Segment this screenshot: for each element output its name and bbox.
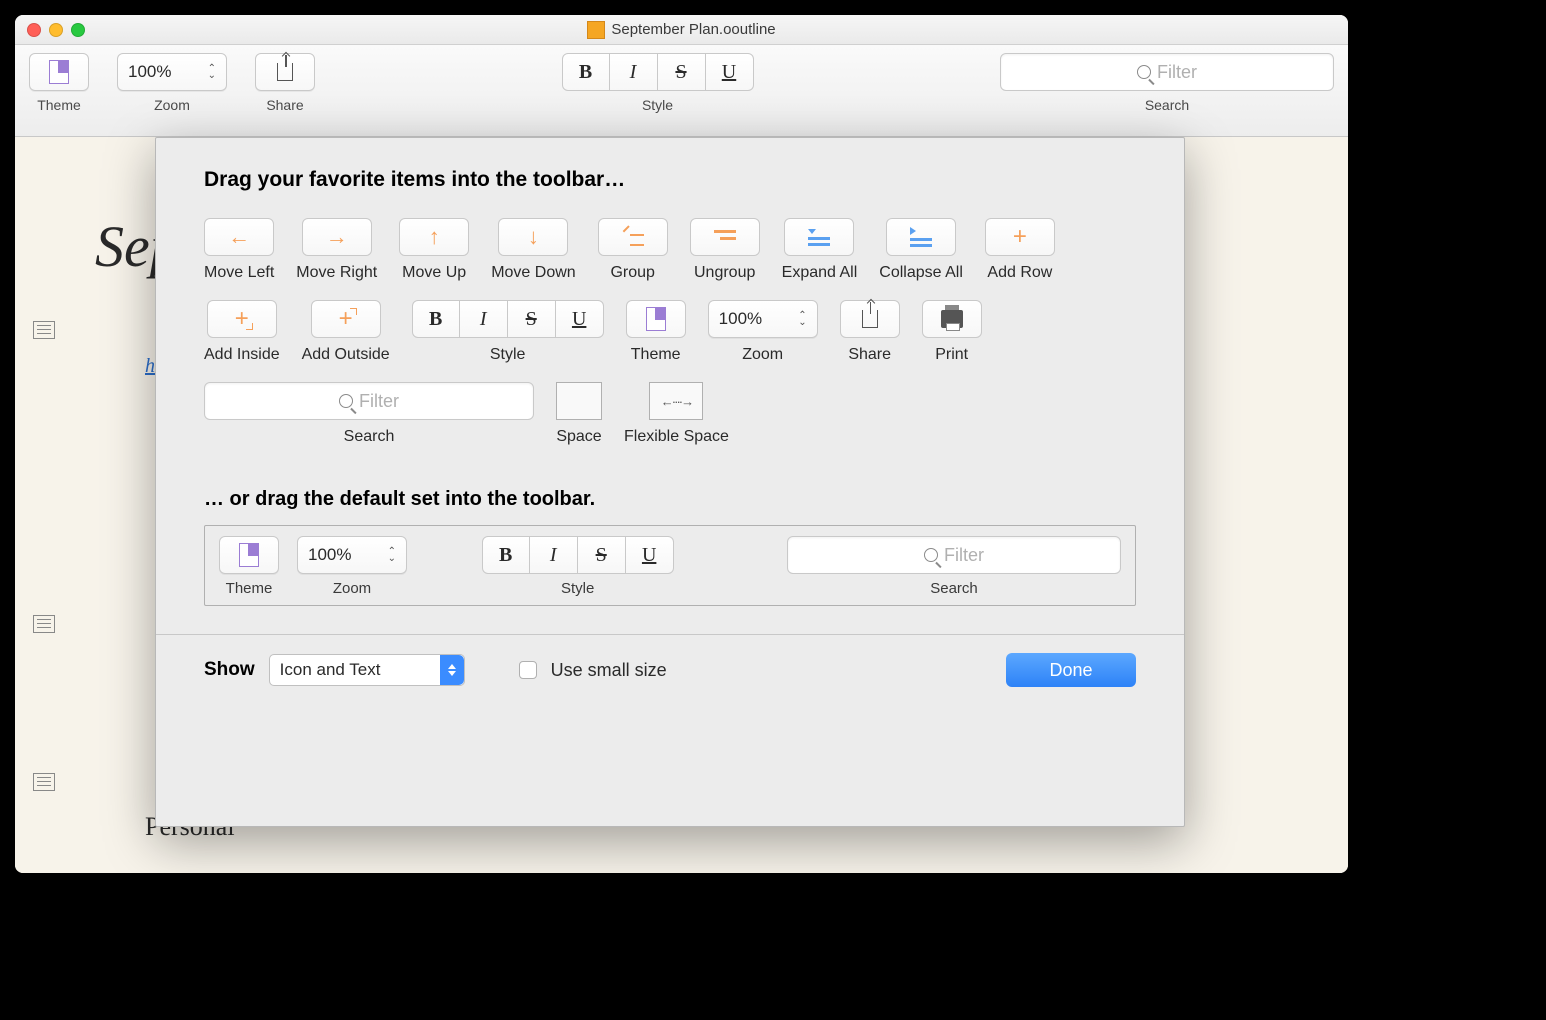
add-outside-icon: + xyxy=(334,307,358,331)
group-icon xyxy=(622,228,644,246)
document-icon xyxy=(587,21,605,39)
underline-icon: U xyxy=(626,536,674,574)
space-item[interactable]: Space xyxy=(556,382,602,446)
search-icon xyxy=(924,548,938,562)
theme-label: Theme xyxy=(37,97,81,113)
share-icon xyxy=(277,63,293,81)
stepper-icon: ⌃⌄ xyxy=(208,65,216,79)
search-label: Search xyxy=(1145,97,1189,113)
search-field[interactable]: Filter xyxy=(1000,53,1334,91)
small-size-label: Use small size xyxy=(551,660,667,681)
expand-all-item[interactable]: Expand All xyxy=(782,218,858,282)
move-right-item[interactable]: →Move Right xyxy=(296,218,377,282)
theme-button[interactable] xyxy=(29,53,89,91)
bold-icon: B xyxy=(482,536,530,574)
strike-icon: S xyxy=(508,300,556,338)
print-icon xyxy=(941,310,963,328)
collapse-all-item[interactable]: Collapse All xyxy=(879,218,963,282)
flexible-space-item[interactable]: ←····→Flexible Space xyxy=(624,382,729,446)
note-icon[interactable] xyxy=(33,773,55,791)
titlebar: September Plan.ooutline xyxy=(15,15,1348,45)
chevron-updown-icon xyxy=(440,655,464,685)
search-icon xyxy=(1137,65,1151,79)
arrow-down-icon: ↓ xyxy=(528,224,539,250)
expand-all-icon xyxy=(808,229,830,246)
arrow-up-icon: ↑ xyxy=(429,224,440,250)
minimize-window-button[interactable] xyxy=(49,23,63,37)
plus-icon: + xyxy=(1013,223,1027,251)
ungroup-item[interactable]: Ungroup xyxy=(690,218,760,282)
toolbar-items-palette: ←Move Left →Move Right ↑Move Up ↓Move Do… xyxy=(204,218,1136,446)
theme-icon xyxy=(239,543,259,567)
arrow-left-icon: ← xyxy=(228,224,250,250)
zoom-label: Zoom xyxy=(154,97,190,113)
stepper-icon: ⌃⌄ xyxy=(798,312,806,326)
add-row-item[interactable]: +Add Row xyxy=(985,218,1055,282)
italic-icon: I xyxy=(530,536,578,574)
bold-button[interactable]: B xyxy=(562,53,610,91)
add-outside-item[interactable]: +Add Outside xyxy=(302,300,390,364)
add-inside-item[interactable]: +Add Inside xyxy=(204,300,280,364)
note-icon[interactable] xyxy=(33,321,55,339)
show-mode-select[interactable]: Icon and Text xyxy=(269,654,465,686)
window-title-text: September Plan.ooutline xyxy=(611,21,775,38)
underline-button[interactable]: U xyxy=(706,53,754,91)
bold-icon: B xyxy=(412,300,460,338)
add-inside-icon: + xyxy=(230,307,254,331)
share-button[interactable] xyxy=(255,53,315,91)
app-window: September Plan.ooutline Theme 100% ⌃⌄ Zo… xyxy=(15,15,1348,873)
note-icon[interactable] xyxy=(33,615,55,633)
underline-icon: U xyxy=(556,300,604,338)
print-item[interactable]: Print xyxy=(922,300,982,364)
style-item[interactable]: B I S U Style xyxy=(412,300,604,364)
traffic-lights xyxy=(15,23,85,37)
flexible-space-icon: ←····→ xyxy=(649,382,703,420)
done-button[interactable]: Done xyxy=(1006,653,1136,687)
link-fragment: h xyxy=(145,355,155,378)
gutter xyxy=(23,137,65,873)
style-segmented: B I S U xyxy=(562,53,754,91)
customize-toolbar-sheet: Drag your favorite items into the toolba… xyxy=(155,137,1185,827)
group-item[interactable]: Group xyxy=(598,218,668,282)
move-left-item[interactable]: ←Move Left xyxy=(204,218,274,282)
sheet-heading: Drag your favorite items into the toolba… xyxy=(204,168,1136,192)
theme-icon xyxy=(49,60,69,84)
zoom-item[interactable]: 100%⌃⌄Zoom xyxy=(708,300,818,364)
search-icon xyxy=(339,394,353,408)
space-icon xyxy=(556,382,602,420)
share-icon xyxy=(862,310,878,328)
italic-icon: I xyxy=(460,300,508,338)
italic-button[interactable]: I xyxy=(610,53,658,91)
ungroup-icon xyxy=(714,230,736,244)
strike-icon: S xyxy=(578,536,626,574)
theme-icon xyxy=(646,307,666,331)
share-label: Share xyxy=(266,97,303,113)
arrow-right-icon: → xyxy=(326,224,348,250)
strikethrough-button[interactable]: S xyxy=(658,53,706,91)
show-label: Show xyxy=(204,659,255,681)
move-down-item[interactable]: ↓Move Down xyxy=(491,218,575,282)
move-up-item[interactable]: ↑Move Up xyxy=(399,218,469,282)
small-size-checkbox[interactable] xyxy=(519,661,537,679)
zoom-window-button[interactable] xyxy=(71,23,85,37)
share-item[interactable]: Share xyxy=(840,300,900,364)
search-item[interactable]: FilterSearch xyxy=(204,382,534,446)
window-title: September Plan.ooutline xyxy=(15,21,1348,39)
main-toolbar: Theme 100% ⌃⌄ Zoom Share B I S U Style xyxy=(15,45,1348,137)
style-label: Style xyxy=(642,97,673,113)
theme-item[interactable]: Theme xyxy=(626,300,686,364)
zoom-value: 100% xyxy=(128,62,171,82)
default-toolbar-set[interactable]: Theme 100%⌃⌄Zoom B I S U Style Filter Se… xyxy=(204,525,1136,606)
subheading: … or drag the default set into the toolb… xyxy=(204,488,1136,511)
zoom-stepper[interactable]: 100% ⌃⌄ xyxy=(117,53,227,91)
close-window-button[interactable] xyxy=(27,23,41,37)
sheet-footer: Show Icon and Text Use small size Done xyxy=(204,635,1136,687)
search-placeholder: Filter xyxy=(1157,62,1197,83)
collapse-all-icon xyxy=(910,227,932,247)
